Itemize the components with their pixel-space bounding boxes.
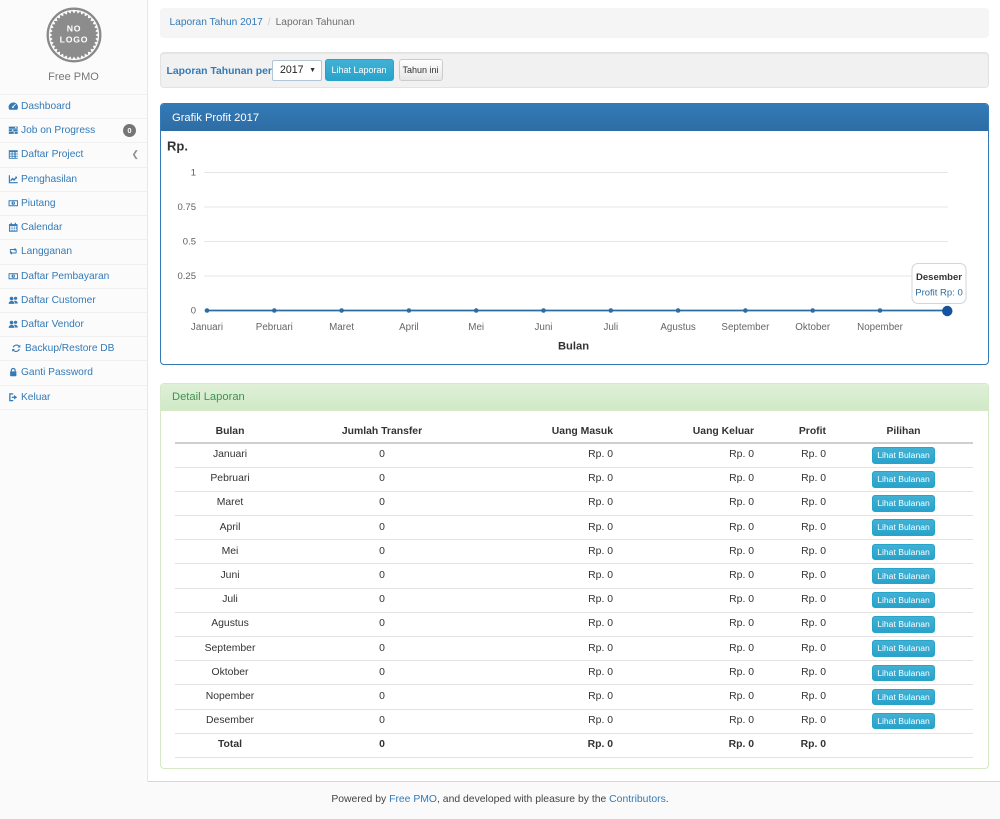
svg-text:September: September bbox=[721, 322, 770, 333]
svg-text:Oktober: Oktober bbox=[795, 322, 831, 333]
svg-text:Juni: Juni bbox=[535, 322, 553, 333]
svg-text:0.5: 0.5 bbox=[183, 237, 196, 248]
svg-text:April: April bbox=[399, 322, 419, 333]
svg-text:1: 1 bbox=[191, 168, 196, 179]
svg-text:Rp.: Rp. bbox=[167, 139, 188, 154]
svg-text:0.75: 0.75 bbox=[178, 202, 197, 213]
svg-text:Profit Rp: 0: Profit Rp: 0 bbox=[915, 288, 963, 299]
svg-text:Agustus: Agustus bbox=[660, 322, 696, 333]
svg-text:Juli: Juli bbox=[603, 322, 618, 333]
svg-text:Desember: Desember bbox=[916, 272, 962, 283]
svg-text:Mei: Mei bbox=[468, 322, 484, 333]
svg-text:Bulan: Bulan bbox=[558, 341, 589, 353]
svg-text:Pebruari: Pebruari bbox=[256, 322, 293, 333]
svg-text:0.25: 0.25 bbox=[178, 271, 197, 282]
svg-text:0: 0 bbox=[191, 306, 196, 317]
svg-text:Maret: Maret bbox=[329, 322, 354, 333]
svg-text:Nopember: Nopember bbox=[857, 322, 903, 333]
svg-text:NO: NO bbox=[66, 23, 81, 33]
svg-text:Januari: Januari bbox=[191, 322, 223, 333]
svg-text:LOGO: LOGO bbox=[59, 34, 88, 44]
